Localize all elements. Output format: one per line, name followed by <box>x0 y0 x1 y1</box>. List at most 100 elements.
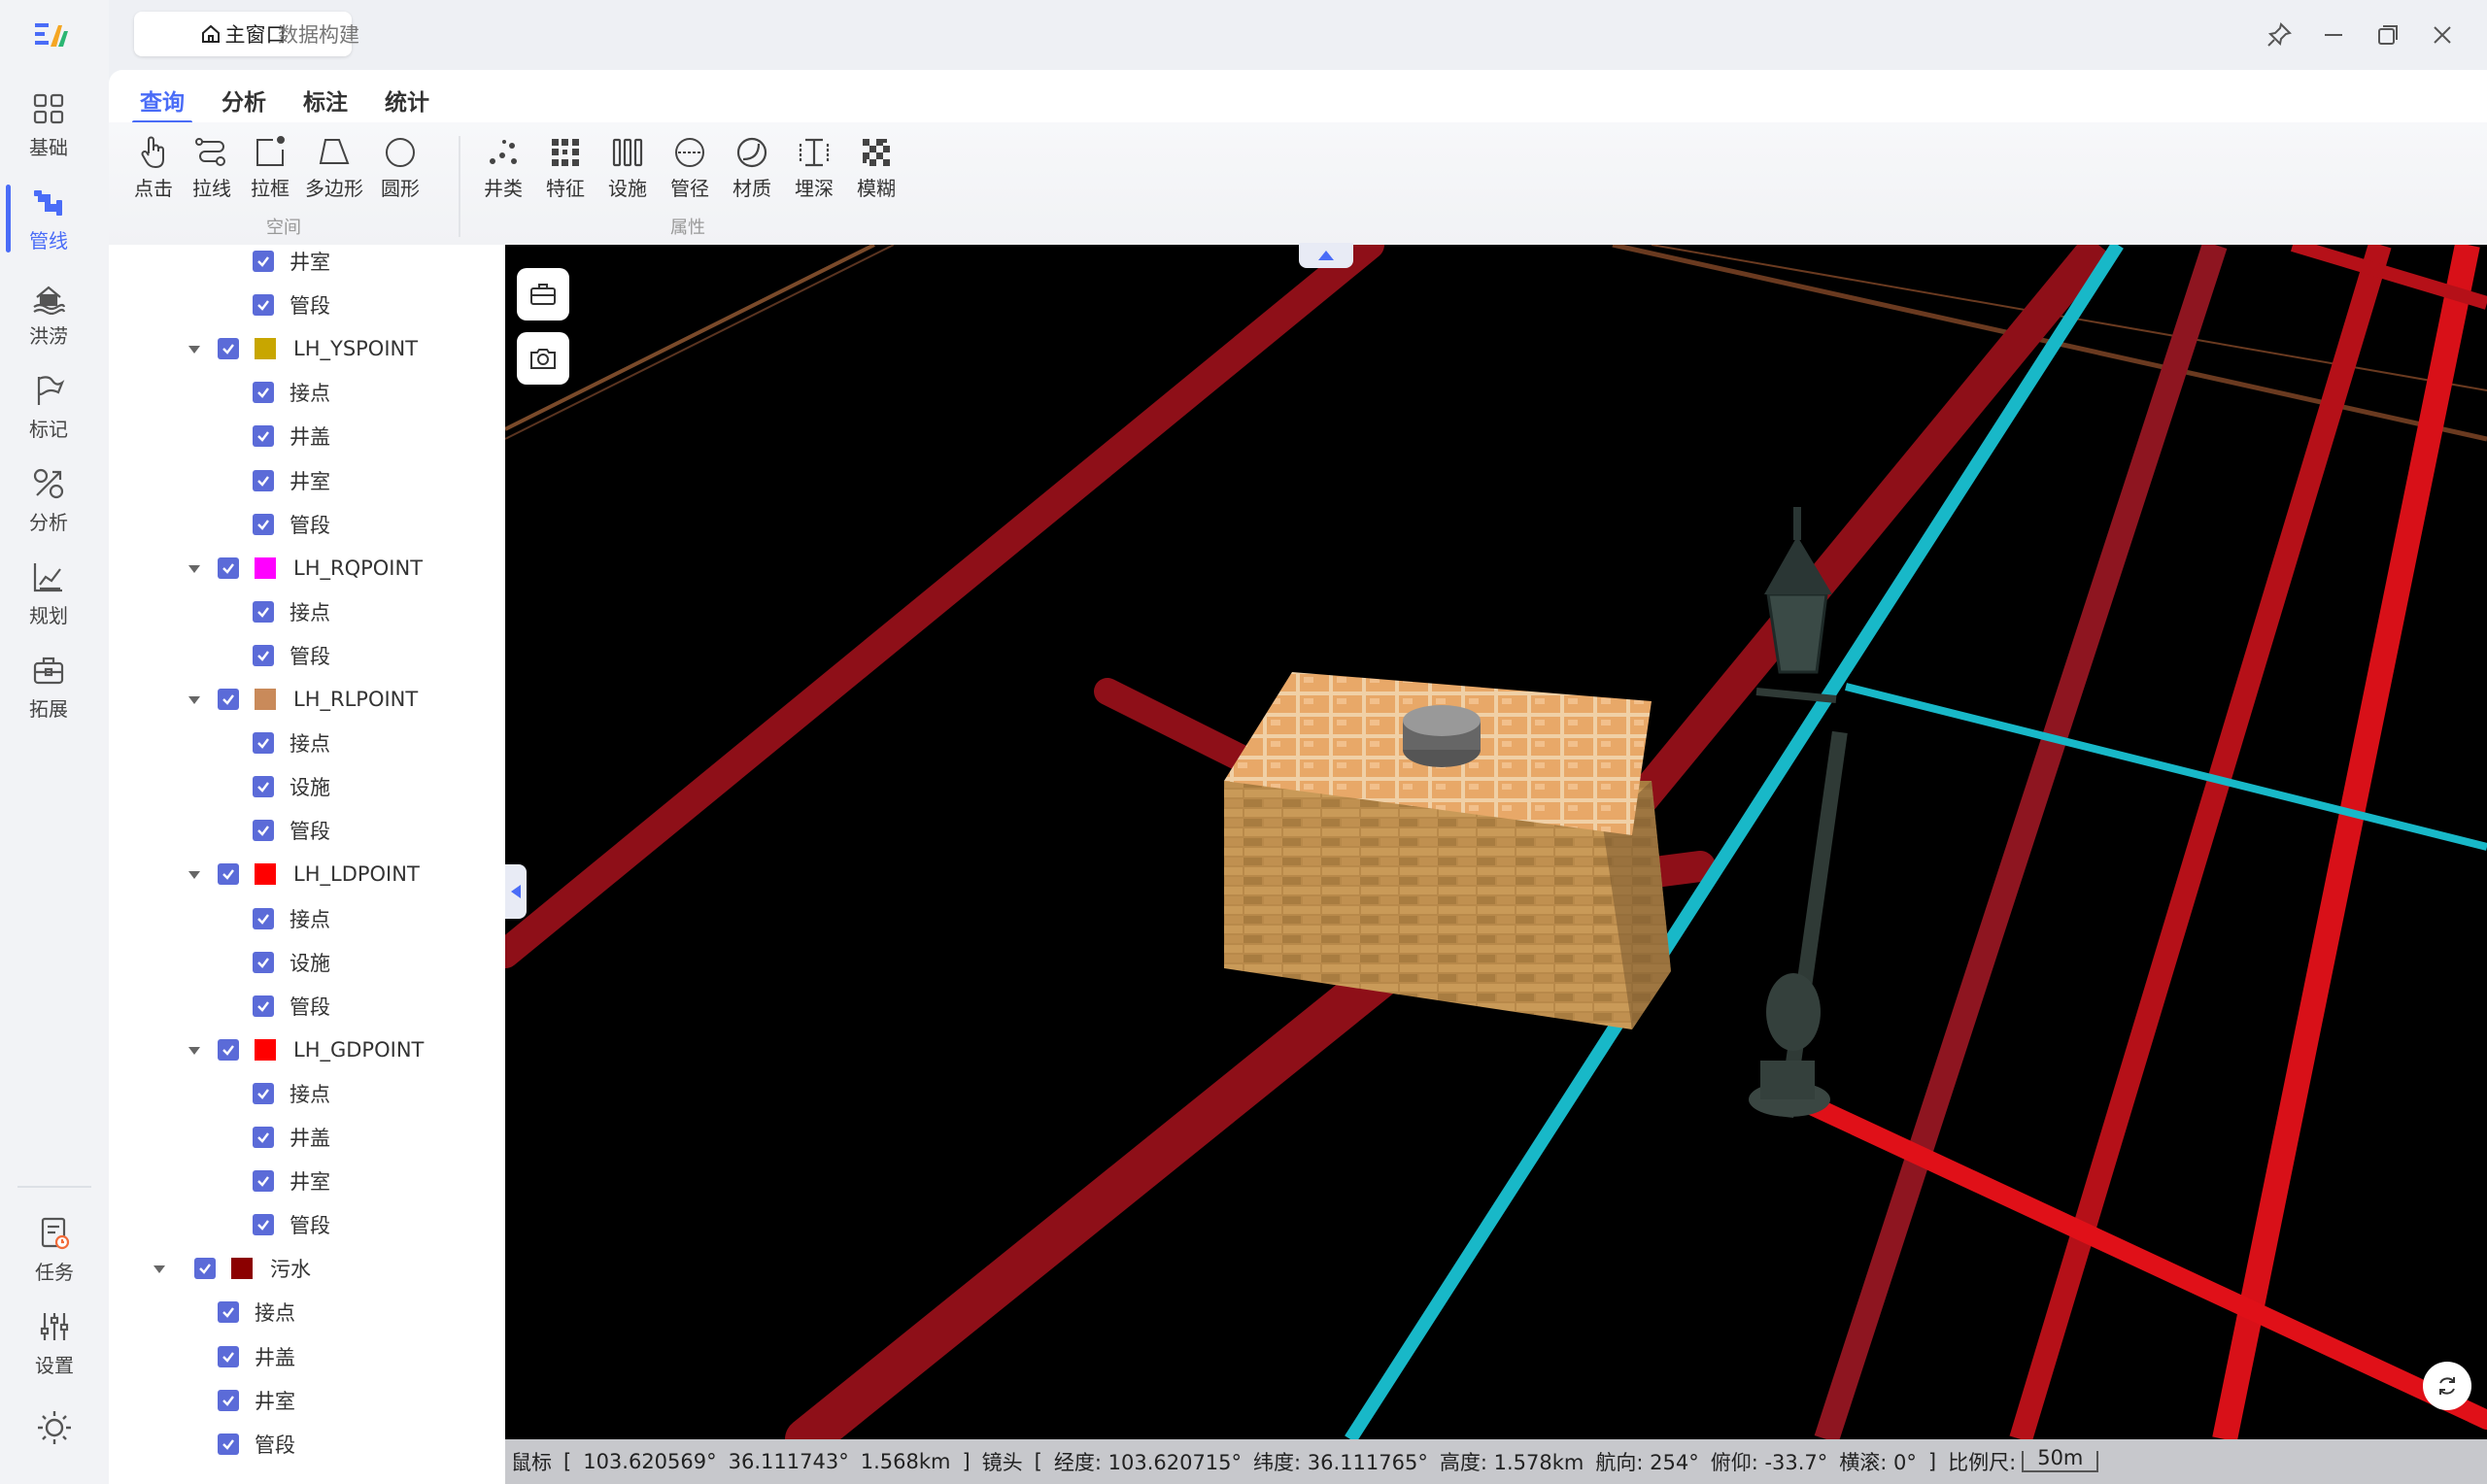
layer-checkbox[interactable] <box>253 382 274 404</box>
tab-data-build[interactable]: 数据构建 <box>278 12 359 56</box>
layer-checkbox[interactable] <box>218 338 239 360</box>
tool-fuzzy[interactable]: 模糊 <box>847 134 905 201</box>
tab-statistics[interactable]: 统计 <box>385 84 429 117</box>
layer-checkbox[interactable] <box>218 1038 239 1061</box>
collapse-panel-button[interactable] <box>505 864 527 919</box>
tree-leaf-row[interactable]: 接点 <box>253 590 330 633</box>
rail-item-flood[interactable]: 洪涝 <box>0 270 97 357</box>
tree-leaf-row[interactable]: 井室 <box>253 1160 330 1202</box>
tree-leaf-row[interactable]: 设施 <box>253 941 330 984</box>
tree-leaf-row[interactable]: 管段 <box>253 1203 330 1246</box>
tab-analysis[interactable]: 分析 <box>221 84 266 117</box>
tree-leaf-row[interactable]: 接点 <box>253 722 330 764</box>
tree-leaf-row[interactable]: 管段 <box>253 809 330 852</box>
tree-group-row[interactable]: LH_RQPOINT <box>218 547 423 590</box>
pin-button[interactable] <box>2262 17 2297 52</box>
expand-caret-icon[interactable] <box>188 696 200 704</box>
tool-material[interactable]: 材质 <box>723 134 781 201</box>
tree-group-row[interactable]: LH_GDPOINT <box>218 1029 424 1071</box>
expand-caret-icon[interactable] <box>188 871 200 880</box>
tree-leaf-row[interactable]: 井室 <box>253 459 330 502</box>
rail-item-pipeline[interactable]: 管线 <box>0 175 97 262</box>
tree-leaf-row[interactable]: 井盖 <box>218 1335 295 1378</box>
tool-well-type[interactable]: 井类 <box>474 134 532 201</box>
layer-checkbox[interactable] <box>253 425 274 448</box>
restore-button[interactable] <box>2370 17 2405 52</box>
tab-query[interactable]: 查询 <box>132 84 192 124</box>
rail-item-settings[interactable]: 设置 <box>6 1299 103 1387</box>
tree-leaf-row[interactable]: 设施 <box>253 765 330 808</box>
layer-checkbox[interactable] <box>218 1301 239 1324</box>
layer-checkbox[interactable] <box>253 294 274 317</box>
layer-checkbox[interactable] <box>253 469 274 491</box>
rail-item-extend[interactable]: 拓展 <box>0 643 97 730</box>
layer-checkbox[interactable] <box>218 556 239 579</box>
layer-checkbox[interactable] <box>218 863 239 886</box>
tool-box[interactable]: 拉框 <box>241 134 299 201</box>
tool-depth[interactable]: 埋深 <box>785 134 843 201</box>
tool-line[interactable]: 拉线 <box>183 134 241 201</box>
layer-checkbox[interactable] <box>253 820 274 842</box>
tree-leaf-row[interactable]: 管段 <box>253 634 330 677</box>
layer-checkbox[interactable] <box>253 907 274 929</box>
tree-leaf-row[interactable]: 接点 <box>253 371 330 414</box>
tree-group-row[interactable]: LH_RLPOINT <box>218 678 418 721</box>
layer-checkbox[interactable] <box>253 1214 274 1236</box>
tree-leaf-row[interactable]: 接点 <box>253 897 330 940</box>
restore-icon <box>2378 25 2398 45</box>
tree-leaf-row[interactable]: 管段 <box>253 284 330 326</box>
layer-checkbox[interactable] <box>218 1389 239 1411</box>
layer-checkbox[interactable] <box>253 732 274 755</box>
rail-item-task[interactable]: 任务 <box>6 1206 103 1294</box>
layer-checkbox[interactable] <box>253 513 274 535</box>
layer-checkbox[interactable] <box>218 1433 239 1455</box>
layer-checkbox[interactable] <box>253 995 274 1017</box>
tree-group-row[interactable]: 污水 <box>194 1247 311 1290</box>
expand-caret-icon[interactable] <box>188 346 200 354</box>
layer-checkbox[interactable] <box>253 1082 274 1104</box>
tree-leaf-row[interactable]: 井盖 <box>253 1116 330 1159</box>
layer-checkbox[interactable] <box>253 1127 274 1148</box>
layer-checkbox[interactable] <box>253 251 274 272</box>
rail-item-mark[interactable]: 标记 <box>0 363 97 451</box>
layer-checkbox[interactable] <box>194 1258 216 1280</box>
expand-caret-icon[interactable] <box>188 564 200 573</box>
tool-click[interactable]: 点击 <box>124 134 183 201</box>
tree-leaf-row[interactable]: 接点 <box>218 1291 295 1333</box>
tool-diameter[interactable]: 管径 <box>661 134 719 201</box>
tree-leaf-row[interactable]: 管段 <box>253 985 330 1028</box>
3d-viewport[interactable] <box>505 245 2487 1439</box>
tree-leaf-row[interactable]: 井室 <box>253 245 330 283</box>
rail-item-planning[interactable]: 规划 <box>0 550 97 637</box>
rail-item-basic[interactable]: 基础 <box>0 82 97 169</box>
tree-leaf-row[interactable]: 接点 <box>253 1072 330 1115</box>
expand-caret-icon[interactable] <box>188 1046 200 1055</box>
minimize-button[interactable] <box>2316 17 2351 52</box>
layer-checkbox[interactable] <box>218 1345 239 1367</box>
tool-polygon[interactable]: 多边形 <box>299 134 369 201</box>
tab-annotation[interactable]: 标注 <box>303 84 348 117</box>
tool-facility[interactable]: 设施 <box>598 134 657 201</box>
tree-leaf-row[interactable]: 管段 <box>218 1423 295 1466</box>
layer-checkbox[interactable] <box>253 1170 274 1193</box>
tool-circle[interactable]: 圆形 <box>371 134 429 201</box>
layer-checkbox[interactable] <box>253 644 274 666</box>
rail-item-analysis[interactable]: 分析 <box>0 456 97 544</box>
layer-checkbox[interactable] <box>253 951 274 973</box>
reset-view-button[interactable] <box>2423 1362 2471 1410</box>
screenshot-button[interactable] <box>517 332 569 385</box>
tree-leaf-row[interactable]: 管段 <box>253 503 330 546</box>
collapse-ribbon-button[interactable] <box>1299 243 1353 268</box>
toolbox-button[interactable] <box>517 268 569 320</box>
tool-feature[interactable]: 特征 <box>536 134 595 201</box>
tree-leaf-row[interactable]: 井盖 <box>253 415 330 457</box>
expand-caret-icon[interactable] <box>153 1265 165 1274</box>
layer-checkbox[interactable] <box>253 600 274 623</box>
layer-checkbox[interactable] <box>218 689 239 710</box>
theme-toggle[interactable] <box>35 1408 74 1447</box>
close-button[interactable] <box>2425 17 2460 52</box>
layer-checkbox[interactable] <box>253 776 274 798</box>
tree-group-row[interactable]: LH_YSPOINT <box>218 327 418 370</box>
tree-group-row[interactable]: LH_LDPOINT <box>218 853 420 895</box>
tree-leaf-row[interactable]: 井室 <box>218 1379 295 1422</box>
